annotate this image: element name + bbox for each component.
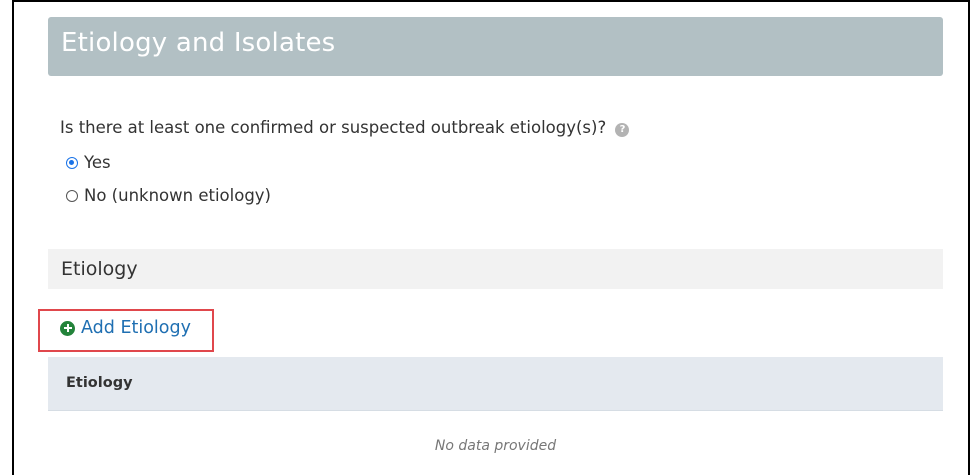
radio-option-no[interactable]: No (unknown etiology) (66, 186, 271, 205)
radio-label-yes[interactable]: Yes (84, 153, 111, 172)
etiology-table-header: Etiology (48, 357, 943, 411)
section-header: Etiology and Isolates (48, 17, 943, 76)
plus-circle-icon[interactable] (60, 320, 75, 336)
empty-table-message: No data provided (434, 438, 557, 454)
subsection-title: Etiology (61, 258, 138, 280)
question-circle-icon[interactable]: ? (615, 123, 630, 137)
question-text: Is there at least one confirmed or suspe… (60, 118, 607, 137)
radio-label-no[interactable]: No (unknown etiology) (84, 186, 271, 205)
add-etiology-label[interactable]: Add Etiology (81, 318, 191, 338)
add-etiology-button[interactable]: Add Etiology (60, 318, 191, 338)
section-title: Etiology and Isolates (61, 28, 336, 58)
etiology-subsection-header: Etiology (48, 249, 943, 289)
radio-button-yes[interactable] (66, 156, 78, 169)
column-header-etiology[interactable]: Etiology (66, 375, 133, 391)
etiology-question: Is there at least one confirmed or suspe… (60, 118, 630, 137)
radio-button-no[interactable] (66, 189, 78, 202)
radio-option-yes[interactable]: Yes (66, 153, 111, 172)
